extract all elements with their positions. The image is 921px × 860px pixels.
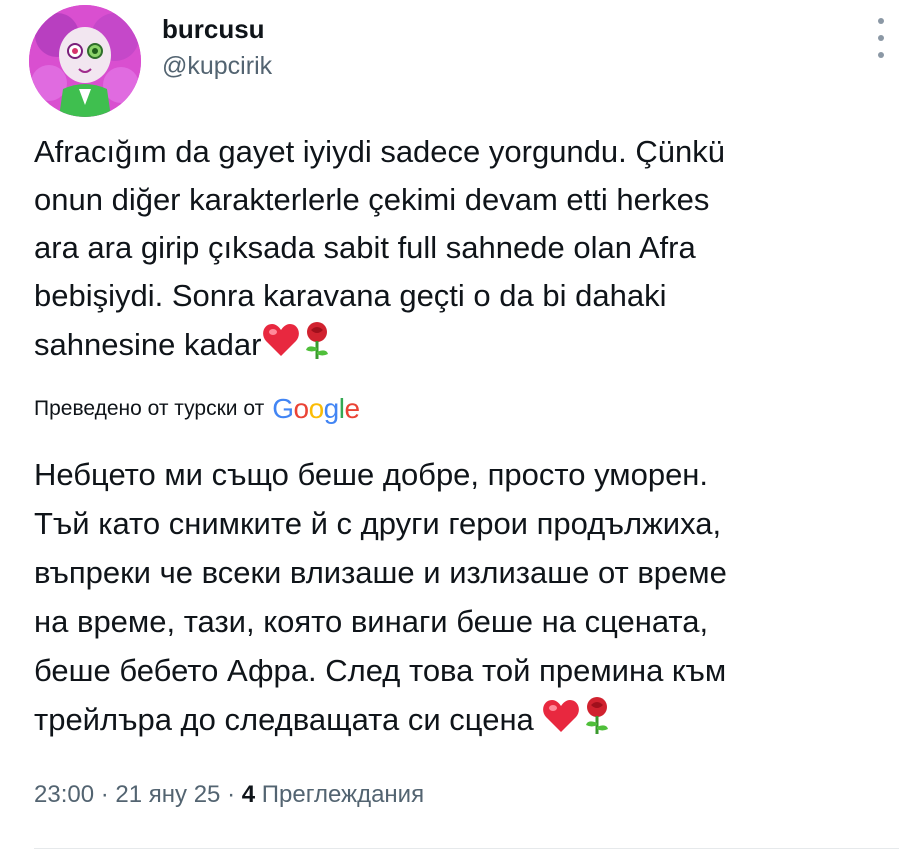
translation-label: Преведено от турски от [34,397,265,420]
tweet-meta: 23:00 · 21 яну 25 · 4 Преглеждания [34,781,424,809]
meta-separator: · [100,781,109,808]
rose-icon [580,695,614,749]
avatar[interactable] [29,5,141,117]
more-dot-icon [878,35,884,41]
tweet-header: burcusu @kupcirik [29,0,899,117]
tweet-original-text: Afracığım da gayet iyiydi sadece yorgund… [34,128,894,374]
original-text-body: Afracığım da gayet iyiydi sadece yorgund… [34,134,725,363]
divider [34,848,899,849]
more-dot-icon [878,52,884,58]
meta-separator: · [227,781,236,808]
tweet-time[interactable]: 23:00 [34,781,94,808]
more-dot-icon [878,18,884,24]
translated-text-body: Небцето ми също беше добре, просто уморе… [34,457,727,738]
more-options-icon[interactable] [871,18,891,58]
avatar-image [29,5,141,117]
translation-attribution[interactable]: Преведено от турски от Google [34,393,360,425]
tweet-date[interactable]: 21 яну 25 [115,781,220,808]
google-logo: Google [272,393,360,424]
views-count: 4 [241,781,256,808]
red-heart-icon [262,323,300,371]
red-heart-icon [542,698,580,747]
author-display-name[interactable]: burcusu [162,14,265,45]
views-label: Преглеждания [261,781,425,808]
author-handle[interactable]: @kupcirik [162,52,272,81]
rose-icon [300,320,334,374]
tweet-translated-text: Небцето ми също беше добре, просто уморе… [34,450,894,749]
